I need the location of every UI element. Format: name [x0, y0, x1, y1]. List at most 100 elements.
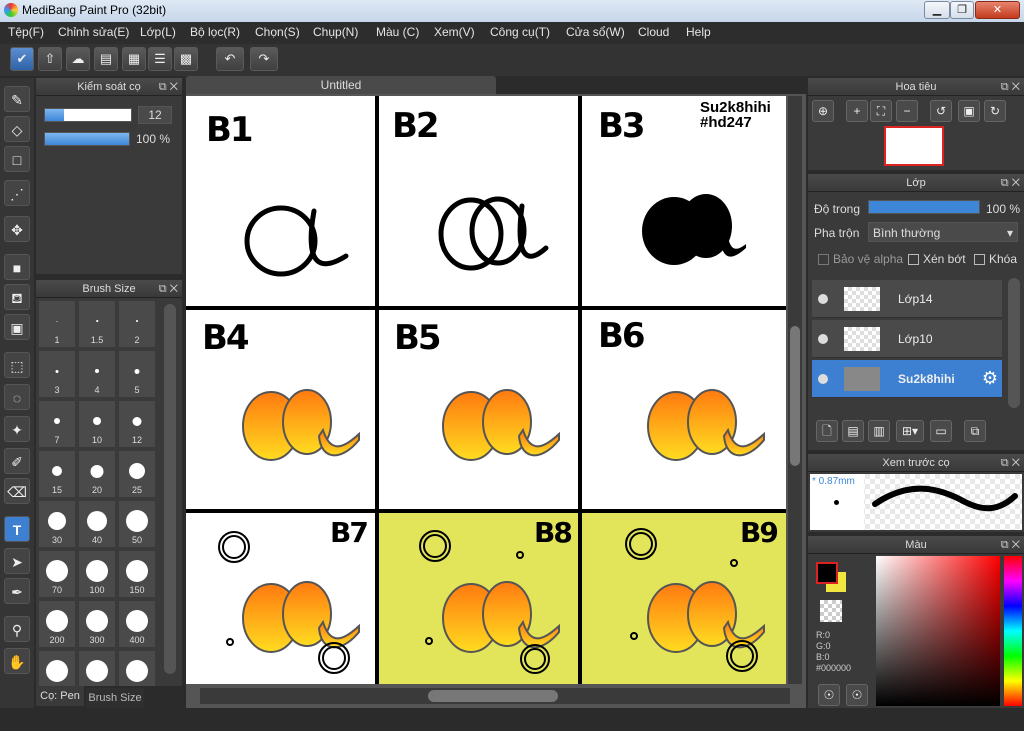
layer-item[interactable]: Lớp14 — [812, 280, 1002, 318]
brush-size-option[interactable]: 1 — [38, 300, 76, 348]
brush-size-option[interactable]: 300 — [78, 600, 116, 648]
panel-icon[interactable]: ▦ — [122, 47, 146, 71]
eyedropper-icon[interactable]: ⚲ — [4, 616, 30, 642]
brush-size-slider[interactable] — [44, 108, 132, 122]
brush-size-option[interactable]: 200 — [38, 600, 76, 648]
panel-float-close-icon[interactable]: ⧉ ✕ — [159, 280, 178, 298]
protect-alpha-checkbox[interactable]: Bảo vệ alpha — [818, 252, 903, 266]
tab-brush-size[interactable]: Brush Size — [86, 688, 144, 708]
zoom-out-icon[interactable]: − — [896, 100, 918, 122]
brush-size-option[interactable]: 30 — [38, 500, 76, 548]
folder-icon[interactable]: ▭ — [930, 420, 952, 442]
menu-help[interactable]: Help — [686, 25, 711, 39]
new-layer-1bit-icon[interactable]: ▥ — [868, 420, 890, 442]
palette2-icon[interactable]: ☉ — [846, 684, 868, 706]
select-pen-icon[interactable]: ✐ — [4, 448, 30, 474]
blend-select[interactable]: Bình thường ▾ — [868, 222, 1018, 242]
panel-float-close-icon[interactable]: ⧉ ✕ — [1001, 454, 1020, 472]
brush-opacity-slider[interactable] — [44, 132, 130, 146]
canvas-hscroll[interactable] — [200, 688, 790, 704]
zoom-in-icon[interactable]: + — [846, 100, 868, 122]
brush-size-option[interactable]: 40 — [78, 500, 116, 548]
text-tool-icon[interactable]: T — [4, 516, 30, 542]
brush-size-option[interactable]: 25 — [118, 450, 156, 498]
brush-tool-icon[interactable]: ✎ — [4, 86, 30, 112]
menu-capture[interactable]: Chụp(N) — [313, 25, 358, 39]
hue-slider[interactable] — [1004, 556, 1022, 706]
rotate-left-icon[interactable]: ↺ — [930, 100, 952, 122]
close-button[interactable]: ✕ — [975, 1, 1020, 19]
redo-icon[interactable]: ↷ — [250, 47, 278, 71]
brush-size-option[interactable]: 400 — [118, 600, 156, 648]
layer-item-selected[interactable]: Su2k8hihi ⚙ — [812, 360, 1002, 398]
panel-float-close-icon[interactable]: ⧉ ✕ — [1001, 78, 1020, 96]
brush-size-option[interactable]: 2 — [118, 300, 156, 348]
fill-rect-icon[interactable]: ■ — [4, 254, 30, 280]
layers-scrollbar[interactable] — [1008, 278, 1020, 408]
pen-tool-icon[interactable]: ✒ — [4, 578, 30, 604]
lasso-icon[interactable]: ◌ — [4, 384, 30, 410]
add-layer-menu-icon[interactable]: ⊞▾ — [896, 420, 924, 442]
minimize-button[interactable]: ▁ — [924, 1, 950, 19]
panel-float-close-icon[interactable]: ⧉ ✕ — [1001, 536, 1020, 554]
menu-edit[interactable]: Chỉnh sửa(E) — [58, 25, 129, 39]
menu-select[interactable]: Chọn(S) — [255, 25, 300, 39]
eraser-tool-icon[interactable]: ◇ — [4, 116, 30, 142]
toggle-ui-icon[interactable]: ✔ — [10, 47, 34, 71]
fit-screen-icon[interactable]: ⛶ — [870, 100, 892, 122]
list-icon[interactable]: ☰ — [148, 47, 172, 71]
menu-tools[interactable]: Công cụ(T) — [490, 25, 550, 39]
bucket-icon[interactable]: ⛾ — [4, 284, 30, 310]
panel-float-close-icon[interactable]: ⧉ ✕ — [1001, 174, 1020, 192]
menu-color[interactable]: Màu (C) — [376, 25, 419, 39]
tab-pen[interactable]: Cọ: Pen — [36, 686, 84, 706]
layer-opacity-slider[interactable] — [868, 200, 980, 214]
menu-filter[interactable]: Bộ lọc(R) — [190, 25, 240, 39]
transparent-color-swatch[interactable] — [820, 600, 842, 622]
dot-brush-icon[interactable]: ⋰ — [4, 180, 30, 206]
panel-float-close-icon[interactable]: ⧉ ✕ — [159, 78, 178, 96]
brush-size-option[interactable]: 50 — [118, 500, 156, 548]
artboard[interactable]: B1 B2 B3 B4 B5 B6 B7 B8 B9 Su2k8hihi #hd2… — [186, 96, 786, 684]
new-layer-icon[interactable]: 🗋 — [816, 420, 838, 442]
color-picker-field[interactable] — [876, 556, 1000, 706]
menu-cloud[interactable]: Cloud — [638, 25, 669, 39]
zoom-fit-icon[interactable]: ⊕ — [812, 100, 834, 122]
select-eraser-icon[interactable]: ⌫ — [4, 478, 30, 504]
magic-wand-icon[interactable]: ✦ — [4, 416, 30, 442]
brush-size-option[interactable]: 7 — [38, 400, 76, 448]
undo-icon[interactable]: ↶ — [216, 47, 244, 71]
brush-size-option[interactable]: 20 — [78, 450, 116, 498]
brush-size-option[interactable]: 15 — [38, 450, 76, 498]
brush-size-option[interactable]: 10 — [78, 400, 116, 448]
menu-layer[interactable]: Lớp(L) — [140, 25, 176, 39]
move-tool-icon[interactable]: ✥ — [4, 216, 30, 242]
brush-size-option[interactable]: 700 — [78, 650, 116, 686]
brush-size-option[interactable]: 100 — [78, 550, 116, 598]
gear-icon[interactable]: ⚙ — [982, 368, 998, 389]
operation-icon[interactable]: ➤ — [4, 548, 30, 574]
brush-size-option[interactable]: 150 — [118, 550, 156, 598]
lock-checkbox[interactable]: Khóa — [974, 252, 1017, 266]
menu-window[interactable]: Cửa sổ(W) — [566, 25, 625, 39]
new-layer-8bit-icon[interactable]: ▤ — [842, 420, 864, 442]
menu-view[interactable]: Xem(V) — [434, 25, 475, 39]
brush-size-option[interactable]: 500 — [38, 650, 76, 686]
menu-file[interactable]: Tệp(F) — [8, 25, 44, 39]
navigator-thumbnail[interactable] — [884, 126, 944, 166]
eye-icon[interactable] — [818, 294, 828, 304]
brush-size-option[interactable]: 4 — [78, 350, 116, 398]
eye-icon[interactable] — [818, 334, 828, 344]
select-rect-icon[interactable]: ⬚ — [4, 352, 30, 378]
grid-icon[interactable]: ▩ — [174, 47, 198, 71]
hand-icon[interactable]: ✋ — [4, 648, 30, 674]
rotate-right-icon[interactable]: ↻ — [984, 100, 1006, 122]
brush-size-value[interactable]: 12 — [138, 106, 172, 124]
clip-checkbox[interactable]: Xén bớt — [908, 252, 966, 266]
layer-item[interactable]: Lớp10 — [812, 320, 1002, 358]
maximize-button[interactable]: ❐ — [950, 1, 974, 19]
shape-tool-icon[interactable]: □ — [4, 146, 30, 172]
foreground-color-swatch[interactable] — [816, 562, 838, 584]
eye-icon[interactable] — [818, 374, 828, 384]
actual-size-icon[interactable]: ▣ — [958, 100, 980, 122]
